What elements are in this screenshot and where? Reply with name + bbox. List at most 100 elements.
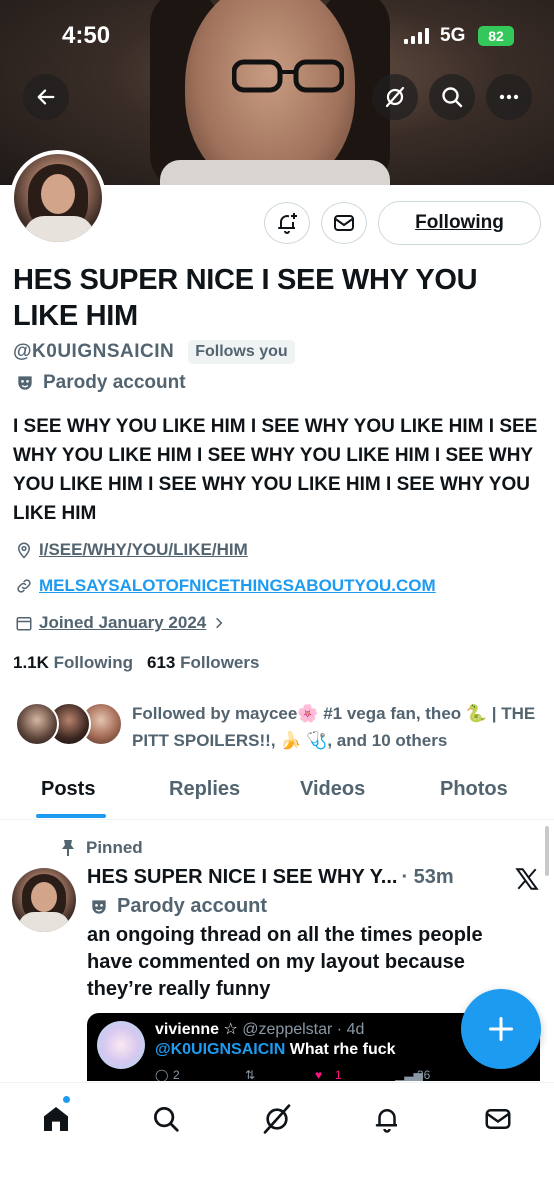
network-label: 5G — [440, 25, 466, 46]
avatar-face — [31, 882, 57, 912]
joined-row[interactable]: Joined January 2024 — [15, 613, 226, 633]
parody-label-row: Parody account — [15, 372, 186, 394]
search-icon — [154, 1107, 179, 1132]
home-icon — [44, 1107, 68, 1131]
parody-label: Parody account — [43, 372, 186, 393]
location-text: I/SEE/WHY/YOU/LIKE/HIM — [39, 540, 248, 559]
status-bar: 4:50 5G 82 — [0, 22, 554, 52]
tweet-parody-row: Parody account — [89, 895, 267, 918]
display-name: HES SUPER NICE I SEE WHY YOU LIKE HIM — [13, 264, 478, 332]
calendar-icon — [16, 617, 32, 631]
avatar-shirt — [18, 912, 70, 932]
avatar-face — [41, 174, 75, 214]
tweet-time: · 53m — [401, 866, 454, 888]
location-row: I/SEE/WHY/YOU/LIKE/HIM — [15, 540, 248, 560]
message-button[interactable] — [321, 202, 367, 244]
envelope-icon — [485, 1109, 511, 1129]
tab-replies[interactable]: Replies — [169, 778, 240, 801]
avatar-shirt — [24, 216, 94, 242]
nav-notifications[interactable] — [367, 1099, 407, 1139]
compose-button[interactable] — [461, 989, 541, 1069]
battery-icon: 82 — [478, 26, 514, 46]
like-count: 1 — [335, 1068, 342, 1081]
reply-icon: ◯ — [155, 1068, 169, 1081]
website-row[interactable]: MELSAYSALOTOFNICETHINGSABOUTYOU.COM — [15, 576, 436, 596]
website-link[interactable]: MELSAYSALOTOFNICETHINGSABOUTYOU.COM — [39, 576, 436, 596]
quote-handle: @zeppelstar · 4d — [242, 1021, 365, 1038]
quote-mention: @K0UIGNSAICIN — [155, 1041, 286, 1058]
follows-you-badge: Follows you — [188, 340, 295, 364]
quote-text: What rhe fuck — [289, 1041, 396, 1058]
followed-by-row[interactable]: Followed by maycee🌸 #1 vega fan, theo 🐍 … — [15, 700, 545, 756]
link-icon — [17, 579, 31, 593]
quote-text-row: @K0UIGNSAICIN What rhe fuck — [155, 1041, 396, 1059]
location-pin-icon — [17, 542, 31, 559]
heart-icon: ♥ — [315, 1068, 323, 1081]
search-icon — [442, 87, 463, 108]
search-button[interactable] — [429, 74, 475, 120]
banner-glasses — [232, 59, 344, 93]
more-button[interactable] — [486, 74, 532, 120]
profile-bio: I SEE WHY YOU LIKE HIM I SEE WHY YOU LIK… — [13, 416, 538, 524]
grok-icon — [385, 86, 405, 108]
followed-by-text: Followed by maycee🌸 #1 vega fan, theo 🐍 … — [132, 704, 536, 750]
followers-count-link[interactable]: 613 Followers — [147, 653, 259, 673]
tweet-avatar[interactable] — [12, 868, 76, 932]
nav-home[interactable] — [36, 1099, 76, 1139]
following-label: Following — [53, 653, 133, 672]
grok-icon — [263, 1104, 291, 1134]
tweet-author: HES SUPER NICE I SEE WHY Y... — [87, 866, 398, 888]
tweet-header[interactable]: HES SUPER NICE I SEE WHY Y... · 53m — [87, 866, 454, 889]
back-button[interactable] — [23, 74, 69, 120]
tweet-text: an ongoing thread on all the times peopl… — [87, 924, 483, 1000]
following-count-link[interactable]: 1.1K Following — [13, 653, 133, 673]
banner-shirt — [160, 160, 390, 185]
mask-icon — [18, 376, 32, 390]
joined-date: Joined January 2024 — [39, 613, 207, 632]
tab-photos[interactable]: Photos — [440, 778, 508, 801]
followers-count: 613 — [146, 653, 176, 672]
following-button[interactable]: Following — [378, 201, 541, 245]
more-icon — [499, 94, 519, 100]
plus-icon — [488, 1016, 514, 1042]
quote-author: vivienne ☆ — [155, 1021, 238, 1038]
pinned-label: Pinned — [86, 838, 143, 857]
nav-messages[interactable] — [478, 1099, 518, 1139]
bottom-nav — [0, 1082, 554, 1199]
following-count: 1.1K — [13, 653, 49, 672]
pinned-indicator: Pinned — [60, 838, 143, 858]
active-tab-indicator — [36, 814, 106, 818]
signal-icon — [404, 28, 429, 44]
user-handle: @K0UIGNSAICIN — [13, 341, 175, 362]
nav-grok[interactable] — [257, 1099, 297, 1139]
status-time: 4:50 — [62, 22, 111, 49]
quote-avatar — [97, 1021, 145, 1069]
nav-search[interactable] — [146, 1099, 186, 1139]
tab-posts[interactable]: Posts — [41, 778, 95, 801]
arrow-left-icon — [37, 89, 55, 105]
mask-icon — [92, 899, 106, 914]
battery-level: 82 — [488, 28, 504, 44]
tweet-parody-label: Parody account — [117, 895, 268, 917]
home-notification-dot — [62, 1095, 71, 1104]
follower-avatar — [15, 702, 59, 746]
grok-button[interactable] — [372, 74, 418, 120]
follow-counts: 1.1K Following 613 Followers — [13, 653, 259, 673]
bell-icon — [375, 1109, 397, 1133]
followers-label: Followers — [180, 653, 260, 672]
quote-author-row: vivienne ☆ @zeppelstar · 4d — [155, 1019, 364, 1039]
tab-videos[interactable]: Videos — [300, 778, 365, 801]
x-logo-icon — [515, 868, 539, 890]
retweet-icon: ⇅ — [245, 1068, 256, 1081]
profile-avatar[interactable] — [10, 150, 106, 246]
bell-plus-icon — [278, 213, 297, 234]
notify-button[interactable] — [264, 202, 310, 244]
scrollbar[interactable] — [545, 826, 549, 876]
profile-tabs: Posts Replies Videos Photos — [0, 768, 554, 820]
view-count: 36 — [417, 1068, 431, 1081]
envelope-icon — [334, 215, 354, 231]
reply-count: 2 — [173, 1068, 180, 1081]
chevron-right-icon — [216, 617, 223, 629]
handle-row: @K0UIGNSAICIN Follows you — [13, 340, 295, 364]
pin-icon — [62, 840, 74, 856]
